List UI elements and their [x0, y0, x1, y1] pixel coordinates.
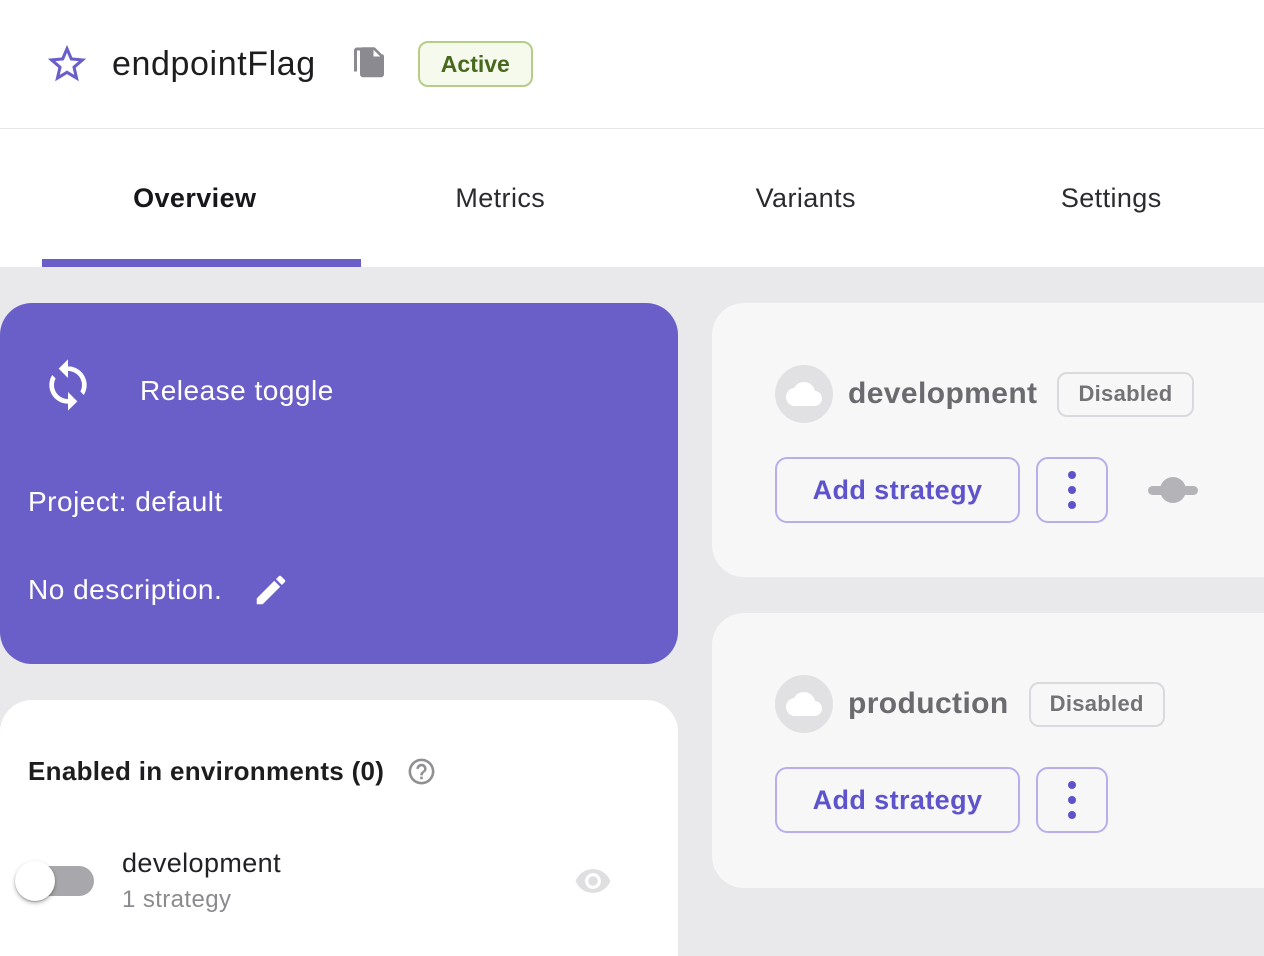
help-button[interactable]: [406, 756, 437, 787]
copy-flag-name-button[interactable]: [350, 45, 388, 83]
environment-card-header: production Disabled: [775, 675, 1165, 733]
add-strategy-button[interactable]: Add strategy: [775, 457, 1020, 523]
environment-card-title: development: [848, 377, 1037, 411]
enabled-environments-panel: Enabled in environments (0) development …: [0, 700, 678, 956]
visibility-button[interactable]: [574, 862, 612, 900]
environment-status-badge: Disabled: [1057, 372, 1193, 417]
tab-bar: Overview Metrics Variants Settings: [0, 129, 1264, 267]
development-enable-toggle[interactable]: [22, 866, 94, 896]
favorite-button[interactable]: [44, 41, 90, 87]
star-icon: [44, 41, 90, 87]
environment-card-actions: Add strategy: [775, 767, 1108, 833]
environment-name: development: [122, 848, 281, 879]
page-header: endpointFlag Active: [0, 0, 1264, 129]
environment-card-title: production: [848, 687, 1009, 721]
environment-card-actions: Add strategy: [775, 457, 1198, 523]
tab-metrics[interactable]: Metrics: [348, 129, 654, 267]
environment-card-header: development Disabled: [775, 365, 1194, 423]
tab-list: Overview Metrics Variants Settings: [0, 129, 1264, 267]
environment-status-badge: Disabled: [1029, 682, 1165, 727]
edit-description-button[interactable]: [252, 571, 290, 609]
environment-card-development: development Disabled Add strategy: [712, 303, 1264, 577]
flag-type-label: Release toggle: [140, 375, 334, 407]
eye-icon: [574, 862, 612, 900]
environment-list-item: development 1 strategy: [22, 848, 634, 914]
tab-overview[interactable]: Overview: [42, 129, 348, 267]
release-toggle-icon: [40, 357, 96, 413]
environment-card-production: production Disabled Add strategy: [712, 613, 1264, 888]
active-tab-indicator: [42, 259, 361, 267]
panel-heading: Enabled in environments (0): [28, 756, 384, 787]
flag-overview-card: Release toggle Project: default No descr…: [0, 303, 678, 664]
description-label: No description.: [28, 574, 222, 606]
cloud-icon: [786, 686, 822, 722]
kebab-icon: [1068, 471, 1076, 479]
panel-heading-row: Enabled in environments (0): [28, 756, 437, 787]
environment-toggle-slider-icon[interactable]: [1148, 477, 1198, 503]
description-row: No description.: [28, 571, 290, 609]
environment-menu-button[interactable]: [1036, 457, 1108, 523]
strategy-count: 1 strategy: [122, 886, 281, 914]
page-title: endpointFlag: [112, 45, 316, 84]
cloud-avatar: [775, 365, 833, 423]
cloud-avatar: [775, 675, 833, 733]
help-icon: [406, 756, 437, 787]
kebab-icon: [1068, 781, 1076, 789]
add-strategy-button[interactable]: Add strategy: [775, 767, 1020, 833]
feature-flag-page: endpointFlag Active Overview Metrics Var…: [0, 0, 1264, 956]
toggle-thumb: [15, 861, 55, 901]
environment-labels: development 1 strategy: [122, 848, 281, 914]
environment-menu-button[interactable]: [1036, 767, 1108, 833]
tab-settings[interactable]: Settings: [959, 129, 1264, 267]
copy-icon: [351, 46, 387, 82]
pencil-icon: [252, 571, 290, 609]
project-label: Project: default: [28, 486, 223, 518]
cloud-icon: [786, 376, 822, 412]
status-badge: Active: [418, 41, 533, 87]
tab-variants[interactable]: Variants: [653, 129, 959, 267]
